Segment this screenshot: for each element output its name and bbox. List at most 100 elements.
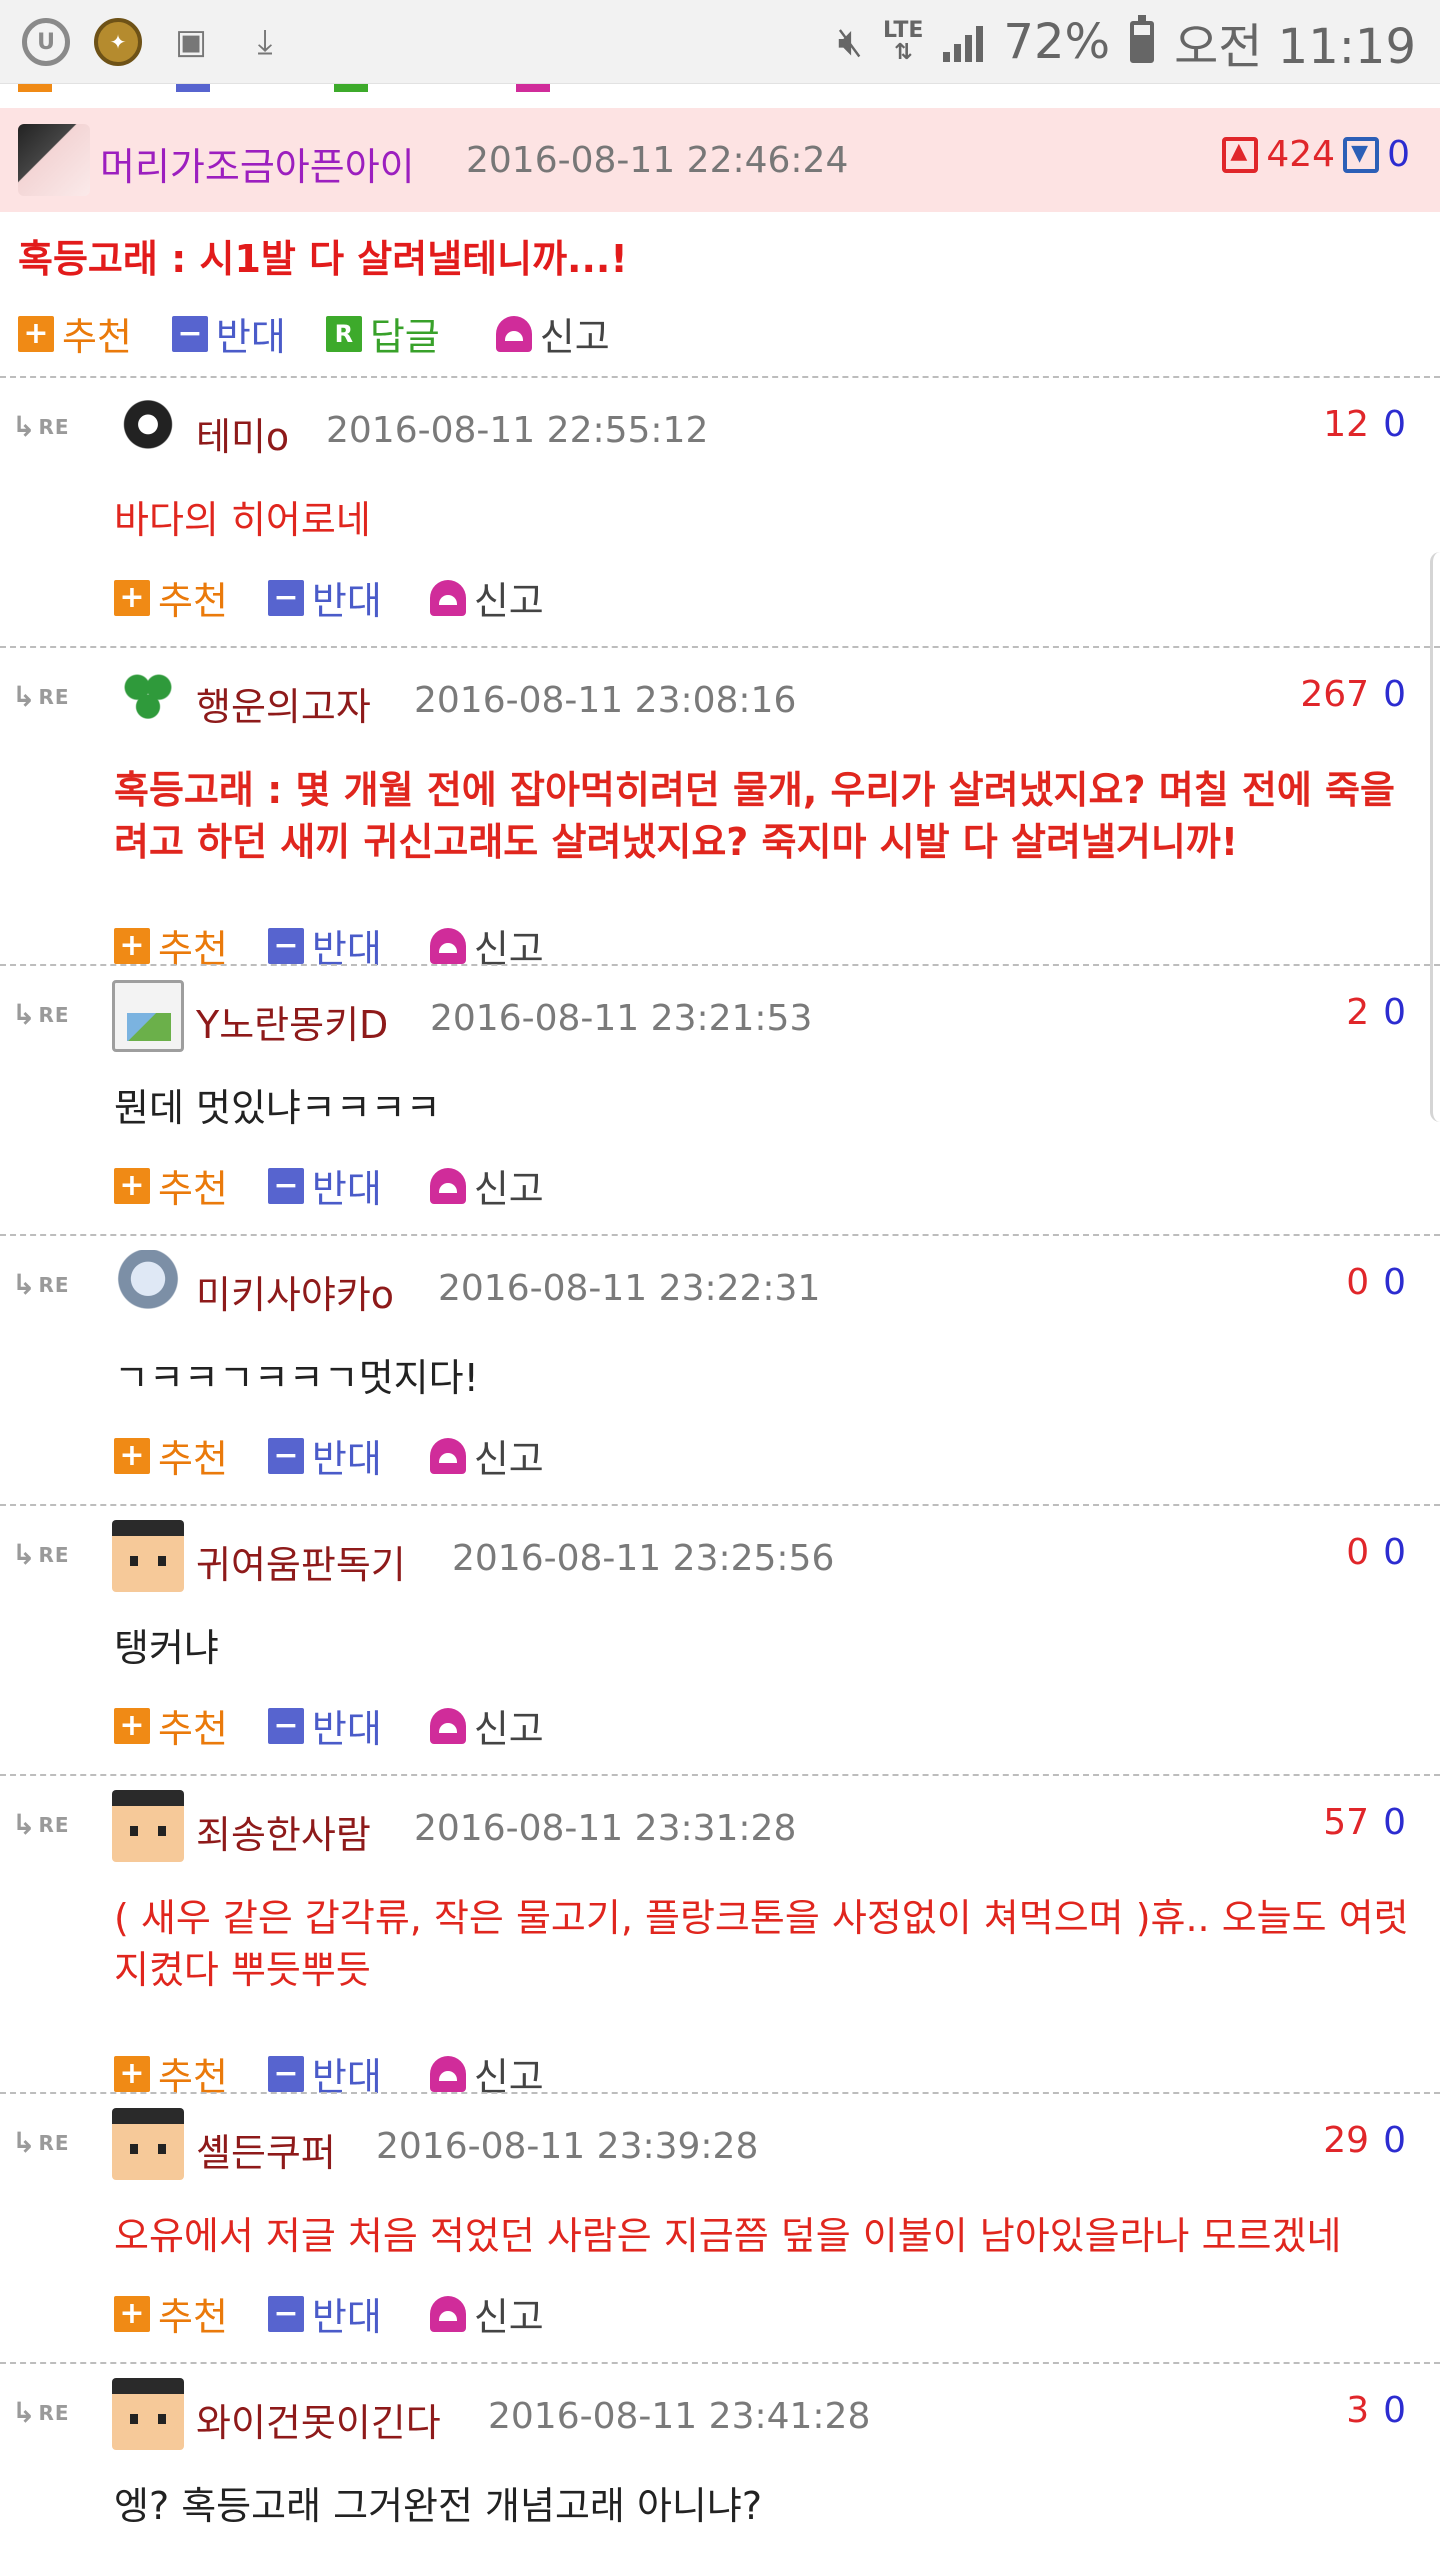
report-label: 신고 [473, 1707, 544, 1751]
up-count: 424 [1266, 134, 1336, 175]
divider [0, 1234, 1440, 1236]
oppose-label: 반대 [311, 1437, 382, 1481]
gallery-icon: ▣ [174, 22, 208, 62]
comment-date: 2016-08-11 23:21:53 [430, 998, 813, 1039]
divider [0, 2362, 1440, 2364]
battery-level [1134, 34, 1151, 59]
recommend-button[interactable]: + 추천 [114, 1428, 228, 1483]
recommend-button[interactable]: + 추천 [18, 306, 132, 361]
report-button[interactable]: 신고 [429, 570, 544, 625]
recommend-button[interactable]: + 추천 [114, 2286, 228, 2341]
oppose-button[interactable]: − 반대 [267, 1698, 382, 1753]
reply-button[interactable]: R 답글 [325, 306, 440, 361]
re-marker: RE [12, 2394, 70, 2427]
avatar[interactable] [112, 2108, 184, 2180]
minus-icon: − [267, 1707, 304, 1744]
plus-icon: + [18, 315, 54, 352]
vote-counts: 29 0 [1323, 2120, 1406, 2161]
comment-date: 2016-08-11 23:41:28 [488, 2396, 871, 2437]
comment-author[interactable]: 귀여움판독기 [196, 1534, 406, 1589]
minus-icon: − [267, 2295, 304, 2332]
previous-actions-cut [0, 84, 1440, 94]
avatar[interactable] [112, 980, 184, 1052]
comment-author[interactable]: 와이건못이긴다 [196, 2392, 441, 2447]
oppose-button[interactable]: − 반대 [171, 306, 286, 361]
down-count: 0 [1387, 134, 1410, 175]
reply-label: 답글 [369, 315, 440, 359]
up-count: 2 [1346, 992, 1370, 1033]
siren-icon [429, 1437, 466, 1474]
comment-author[interactable]: 셸든쿠퍼 [196, 2122, 336, 2177]
comment-author[interactable]: 행운의고자 [196, 676, 371, 731]
re-marker: RE [12, 1806, 70, 1839]
vote-counts: 12 0 [1323, 404, 1406, 445]
vote-counts: 00 [1346, 1532, 1406, 1573]
comment-actions: + 추천 − 반대 R 답글 신고 [18, 306, 650, 361]
avatar[interactable] [112, 392, 184, 464]
siren-icon [429, 2295, 466, 2332]
down-count: 0 [1383, 1532, 1406, 1573]
up-count: 0 [1346, 1262, 1370, 1303]
avatar[interactable] [112, 2378, 184, 2450]
vote-counts: 267 0 [1300, 674, 1406, 715]
divider [0, 1774, 1440, 1776]
u-plus-icon: U [22, 18, 70, 66]
report-button[interactable]: 신고 [429, 1428, 544, 1483]
battery-icon [1130, 15, 1155, 63]
siren-icon [429, 927, 466, 964]
oppose-button[interactable]: − 반대 [267, 2286, 382, 2341]
vote-counts: 57 0 [1323, 1802, 1406, 1843]
avatar[interactable] [112, 1250, 184, 1322]
recommend-button[interactable]: + 추천 [114, 1158, 228, 1213]
comment-date: 2016-08-11 23:31:28 [414, 1808, 797, 1849]
avatar[interactable] [18, 124, 90, 196]
report-label: 신고 [473, 2295, 544, 2339]
recommend-label: 추천 [158, 1167, 228, 1211]
comment-date: 2016-08-11 23:25:56 [452, 1538, 835, 1579]
recommend-label: 추천 [158, 1707, 228, 1751]
avatar[interactable] [112, 1520, 184, 1592]
comment-date: 2016-08-11 23:39:28 [376, 2126, 759, 2167]
recommend-label: 추천 [158, 1437, 228, 1481]
notification-icons: U ✦ ▣ ⤓ [22, 14, 290, 70]
comment-author[interactable]: 미키사야카o [196, 1264, 394, 1319]
system-icons: 🔇︎ LTE ⇅ 72% 오전 11:19 [838, 10, 1416, 75]
avatar[interactable] [112, 662, 184, 734]
comment-text: ㄱㅋㅋㄱㅋㅋㄱ멋지다! [114, 1356, 479, 1400]
report-button[interactable]: 신고 [429, 1698, 544, 1753]
oppose-label: 반대 [311, 579, 382, 623]
oppose-button[interactable]: − 반대 [267, 1158, 382, 1213]
up-count: 29 [1323, 2120, 1370, 2161]
report-button[interactable]: 신고 [429, 1158, 544, 1213]
report-label: 신고 [473, 1167, 544, 1211]
comment-text: 혹등고래 : 몇 개월 전에 잡아먹히려던 물개, 우리가 살려냈지요? 며칠 … [114, 768, 1395, 864]
report-label: 신고 [539, 315, 610, 359]
down-count: 0 [1383, 1802, 1406, 1843]
oppose-button[interactable]: − 반대 [267, 570, 382, 625]
comment-author[interactable]: 머리가조금아픈아이 [100, 136, 415, 191]
report-button[interactable]: 신고 [495, 306, 610, 361]
minus-icon: − [267, 2055, 304, 2092]
recommend-button[interactable]: + 추천 [114, 570, 228, 625]
recommend-label: 추천 [62, 315, 132, 359]
report-button[interactable]: 신고 [429, 2286, 544, 2341]
comment-text: 혹등고래 : 시1발 다 살려낼테니까...! [18, 237, 628, 281]
recommend-button[interactable]: + 추천 [114, 1698, 228, 1753]
vote-counts: 30 [1346, 2390, 1406, 2431]
plus-icon: + [114, 2055, 150, 2092]
recommend-label: 추천 [158, 2295, 228, 2339]
plus-icon: + [114, 2295, 150, 2332]
avatar[interactable] [112, 1790, 184, 1862]
minus-icon: − [267, 579, 304, 616]
down-count: 0 [1383, 674, 1406, 715]
status-bar: U ✦ ▣ ⤓ 🔇︎ LTE ⇅ 72% 오전 11:19 [0, 0, 1440, 84]
minus-icon: − [267, 927, 304, 964]
divider [0, 646, 1440, 648]
scroll-indicator[interactable] [1430, 552, 1440, 1122]
comment-author[interactable]: 테미o [196, 406, 289, 461]
comment-author[interactable]: 죄송한사람 [196, 1804, 371, 1859]
comment-author[interactable]: Y노란몽키D [196, 994, 388, 1049]
oppose-button[interactable]: − 반대 [267, 1428, 382, 1483]
down-count: 0 [1383, 404, 1406, 445]
comment-text: 오유에서 저글 처음 적었던 사람은 지금쯤 덮을 이불이 남아있을라나 모르겠… [114, 2214, 1342, 2258]
